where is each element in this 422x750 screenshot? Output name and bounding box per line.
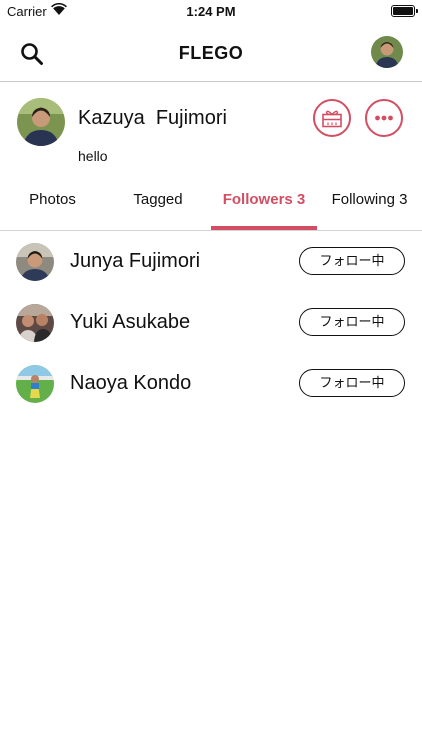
- follower-avatar: [16, 304, 54, 342]
- profile-tabs: Photos Tagged Followers 3 Following 3: [0, 172, 422, 231]
- follower-avatar: [16, 365, 54, 403]
- follower-row[interactable]: Naoya Kondo フォロー中: [0, 353, 422, 414]
- tab-photos[interactable]: Photos: [0, 172, 105, 230]
- following-button[interactable]: フォロー中: [299, 308, 405, 336]
- app-title: FLEGO: [178, 43, 244, 63]
- follower-row[interactable]: Yuki Asukabe フォロー中: [0, 292, 422, 353]
- battery-icon: [391, 5, 418, 17]
- more-options-button[interactable]: [365, 99, 403, 137]
- following-button[interactable]: フォロー中: [299, 369, 405, 397]
- follower-name: Junya Fujimori: [70, 250, 201, 272]
- status-bar: Carrier 1:24 PM: [0, 0, 422, 22]
- following-button[interactable]: フォロー中: [299, 247, 405, 275]
- profile-bio: hello: [78, 148, 108, 164]
- follower-row[interactable]: Junya Fujimori フォロー中: [0, 231, 422, 292]
- gift-icon: [322, 110, 342, 128]
- status-time: 1:24 PM: [186, 4, 236, 19]
- tab-tagged[interactable]: Tagged: [105, 172, 211, 230]
- more-icon: [375, 115, 393, 121]
- navigation-bar: FLEGO: [0, 22, 422, 82]
- follower-name: Naoya Kondo: [70, 372, 192, 394]
- follower-avatar: [16, 243, 54, 281]
- follower-name: Yuki Asukabe: [70, 311, 191, 333]
- tab-following[interactable]: Following 3: [317, 172, 422, 230]
- tab-followers[interactable]: Followers 3: [211, 172, 317, 230]
- gift-button[interactable]: [313, 99, 351, 137]
- profile-header: Kazuya Fujimori hello: [0, 82, 422, 172]
- profile-name: Kazuya Fujimori: [78, 107, 227, 129]
- profile-avatar: [17, 98, 65, 146]
- user-avatar[interactable]: [371, 36, 403, 68]
- active-tab-indicator: [211, 226, 317, 230]
